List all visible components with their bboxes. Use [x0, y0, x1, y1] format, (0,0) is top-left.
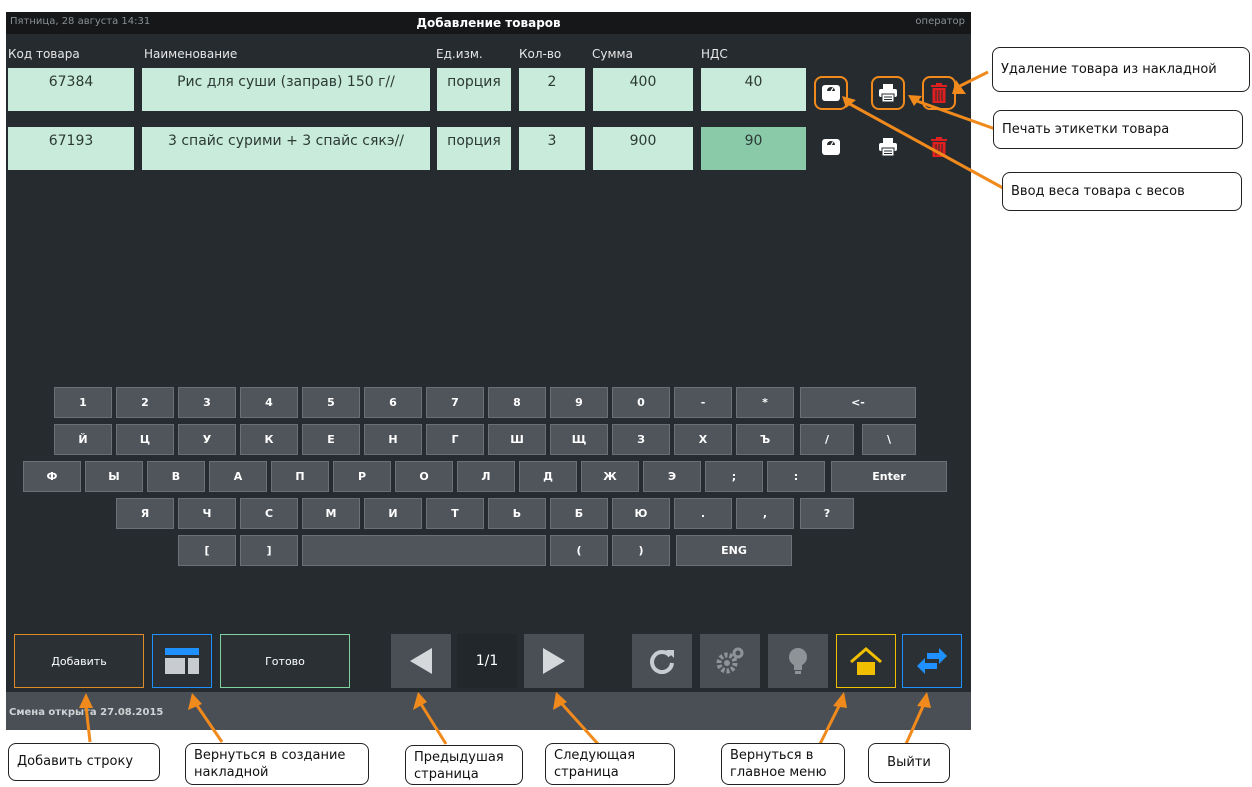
callout-prev-page: Предыдушая страница	[405, 745, 523, 785]
callout-back-to-invoice: Вернуться в создание накладной	[185, 743, 369, 785]
callout-exit: Выйти	[868, 743, 950, 783]
callout-print: Печать этикетки товара	[993, 110, 1243, 149]
callout-delete: Удаление товара из накладной	[992, 47, 1250, 92]
callout-weight: Ввод веса товара с весов	[1002, 172, 1242, 211]
callout-main-menu: Вернуться в главное меню	[721, 743, 845, 785]
callout-next-page: Следующая страница	[545, 743, 675, 785]
callout-add-row: Добавить строку	[8, 743, 160, 781]
